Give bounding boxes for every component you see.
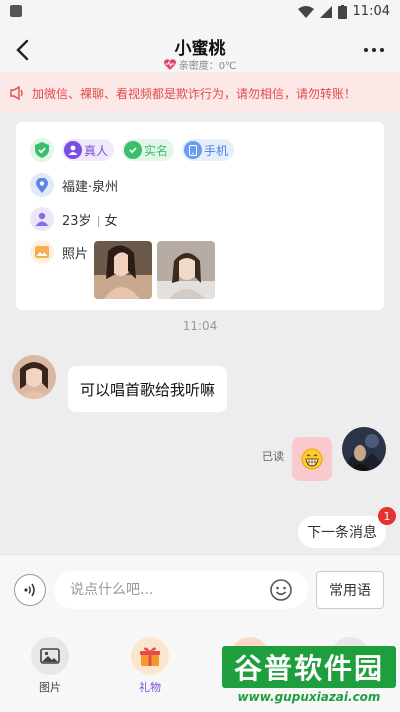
intimacy-text: 亲密度：0℃ <box>178 61 237 72</box>
notification-icon <box>10 5 22 17</box>
verification-row: 真人 实名 手机 <box>30 138 235 162</box>
fraud-warning-banner: 加微信、裸聊、看视频都是欺诈行为，请勿相信，请勿转账！ <box>0 74 400 112</box>
read-status: 已读 <box>262 450 284 463</box>
profile-card: 真人 实名 手机 福建·泉州 23岁女 照片 <box>16 122 384 310</box>
voice-icon <box>24 583 35 597</box>
gender-text: 女 <box>104 213 118 229</box>
status-time: 11:04 <box>352 4 390 19</box>
badge-real-name: 实名 <box>122 139 175 161</box>
watermark-logo: 谷普软件园 www.gupuxiazai.com <box>222 646 396 708</box>
page-title: 小蜜桃 <box>174 39 226 59</box>
shield-verified-icon <box>30 138 54 162</box>
emoji-icon[interactable] <box>270 579 292 601</box>
status-bar: 11:04 <box>0 0 400 24</box>
badge-phone: 手机 <box>182 139 235 161</box>
photos-label: 照片 <box>62 246 89 262</box>
sender-avatar[interactable] <box>12 355 56 399</box>
heartbeat-icon <box>163 59 176 70</box>
warning-text: 加微信、裸聊、看视频都是欺诈行为，请勿相信，请勿转账！ <box>32 86 357 101</box>
toolbar-image[interactable]: 图片 <box>30 637 70 695</box>
common-phrases-button[interactable]: 常用语 <box>316 571 384 609</box>
speaker-icon <box>10 86 23 100</box>
person-icon <box>64 141 82 159</box>
photos-row: 照片 <box>30 240 88 264</box>
outgoing-message[interactable] <box>292 437 332 481</box>
age-text: 23岁 <box>62 213 92 229</box>
voice-input-button[interactable] <box>14 574 46 606</box>
badge-real-person: 真人 <box>62 139 115 161</box>
emoji-grin-icon <box>301 448 323 470</box>
check-icon <box>124 141 143 159</box>
location-row: 福建·泉州 <box>30 173 118 197</box>
toolbar-image-label: 图片 <box>39 681 61 694</box>
profile-photo-1[interactable] <box>94 241 152 299</box>
wifi-icon <box>297 5 314 18</box>
signal-icon <box>319 5 332 18</box>
profile-photo-2[interactable] <box>157 241 215 299</box>
photo-album-icon <box>30 240 54 264</box>
chat-header: 小蜜桃 亲密度：0℃ <box>0 24 400 72</box>
location-pin-icon <box>30 173 54 197</box>
toolbar-gift[interactable]: 礼物 <box>130 637 170 695</box>
incoming-message[interactable]: 可以唱首歌给我听嘛 <box>68 366 228 412</box>
chat-timestamp: 11:04 <box>182 319 218 333</box>
intimacy-indicator: 亲密度：0℃ <box>0 57 400 72</box>
phone-icon <box>184 141 203 159</box>
image-icon <box>31 637 69 675</box>
unread-count-badge: 1 <box>378 507 396 525</box>
gift-icon <box>131 637 169 675</box>
next-message-button[interactable]: 下一条消息 <box>298 516 386 548</box>
toolbar-gift-label: 礼物 <box>139 681 161 694</box>
age-gender-row: 23岁女 <box>30 207 118 231</box>
location-text: 福建·泉州 <box>62 179 119 195</box>
more-options-icon[interactable] <box>364 48 384 52</box>
my-avatar[interactable] <box>342 427 386 471</box>
battery-icon <box>337 4 347 19</box>
user-icon <box>30 207 54 231</box>
